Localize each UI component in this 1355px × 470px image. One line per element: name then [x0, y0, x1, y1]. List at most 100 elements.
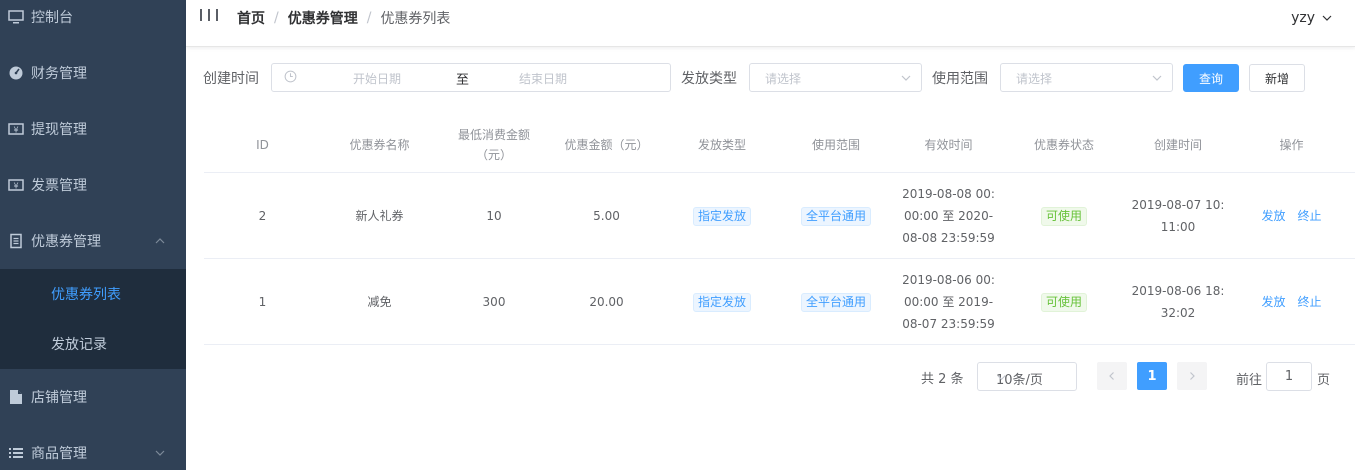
- page-number-button[interactable]: 1: [1137, 362, 1167, 390]
- issue-type-label: 发放类型: [681, 71, 737, 87]
- column-header: 使用范围: [811, 137, 860, 152]
- sidebar-item-shop[interactable]: 店铺管理: [0, 369, 186, 425]
- end-date-input[interactable]: 结束日期: [519, 70, 567, 87]
- breadcrumb-home[interactable]: 首页: [237, 8, 265, 28]
- breadcrumb-separator: /: [274, 10, 279, 26]
- status-badge: 可使用: [1040, 292, 1087, 312]
- chevron-up-icon: [154, 235, 166, 247]
- cell-created-time: 2019-08-07 10:11:00: [1131, 198, 1225, 234]
- cell-name: 减免: [367, 295, 392, 309]
- cell-status: 可使用: [1006, 259, 1122, 345]
- scope-select[interactable]: 请选择: [1000, 63, 1173, 92]
- goto-label: 前往: [1236, 373, 1263, 388]
- app-root: 控制台 财务管理 ¥ 提现管理 ¥ 发票管理 优惠券管理 优惠券列表 发放记录 …: [0, 0, 1355, 470]
- chevron-down-icon: [996, 372, 1068, 383]
- page-size-select[interactable]: 10条/页: [977, 362, 1077, 391]
- chevron-down-icon: [1321, 12, 1333, 24]
- cell-min-spend: 10: [486, 209, 502, 223]
- issue-link[interactable]: 发放: [1261, 291, 1285, 313]
- money-icon: ¥: [8, 121, 24, 137]
- dashboard-icon: [8, 65, 24, 81]
- table-header: ID 优惠券名称 最低消费金额（元） 优惠金额（元） 发放类型 使用范围 有效时…: [204, 116, 1355, 173]
- start-date-input[interactable]: 开始日期: [353, 70, 401, 87]
- column-header: 最低消费金额（元）: [457, 127, 530, 162]
- cell-discount: 5.00: [593, 209, 620, 223]
- chevron-down-icon: [154, 447, 166, 459]
- cell-scope: 全平台通用: [781, 259, 891, 345]
- sidebar-item-label: 发票管理: [31, 178, 87, 194]
- column-header: 操作: [1279, 137, 1304, 152]
- sidebar-item-coupon[interactable]: 优惠券管理: [0, 213, 186, 269]
- terminate-link[interactable]: 终止: [1298, 205, 1322, 227]
- issue-type-tag: 指定发放: [692, 292, 751, 312]
- cell-status: 可使用: [1006, 173, 1122, 259]
- column-header: 优惠券状态: [1033, 137, 1094, 152]
- breadcrumb-coupon-management[interactable]: 优惠券管理: [288, 8, 358, 28]
- scope-tag: 全平台通用: [800, 292, 871, 312]
- sidebar-item-goods[interactable]: 商品管理: [0, 425, 186, 470]
- issue-link[interactable]: 发放: [1261, 205, 1285, 227]
- column-header: 优惠券名称: [349, 137, 410, 152]
- sidebar-item-label: 控制台: [31, 10, 73, 26]
- breadcrumb-separator: /: [366, 10, 372, 26]
- prev-page-button[interactable]: [1097, 362, 1127, 390]
- issue-type-select[interactable]: 请选择: [749, 63, 922, 92]
- pagination-total: 共 2 条: [921, 372, 964, 387]
- sidebar-subitem-label: 优惠券列表: [51, 287, 121, 303]
- cell-issue-type: 指定发放: [663, 259, 781, 345]
- invoice-icon: ¥: [8, 177, 24, 193]
- sidebar-subitem-issue-records[interactable]: 发放记录: [0, 319, 186, 369]
- query-button[interactable]: 查询: [1183, 64, 1239, 92]
- svg-text:¥: ¥: [13, 182, 18, 191]
- cell-created-time: 2019-08-06 18:32:02: [1131, 284, 1225, 320]
- breadcrumb: 首页 / 优惠券管理 / 优惠券列表: [237, 8, 450, 28]
- monitor-icon: [8, 9, 24, 25]
- user-menu[interactable]: yzy: [1291, 10, 1333, 26]
- header: 首页 / 优惠券管理 / 优惠券列表 yzy: [186, 0, 1355, 47]
- cell-discount: 20.00: [589, 295, 624, 309]
- chevron-left-icon: [1107, 371, 1117, 381]
- page-suffix-label: 页: [1317, 373, 1331, 388]
- terminate-link[interactable]: 终止: [1298, 291, 1322, 313]
- cell-id: 1: [258, 295, 267, 309]
- sidebar-item-label: 优惠券管理: [31, 234, 101, 250]
- cell-actions: 发放 终止: [1234, 259, 1349, 345]
- sidebar-item-withdraw[interactable]: ¥ 提现管理: [0, 101, 186, 157]
- sidebar-subitem-coupon-list[interactable]: 优惠券列表: [0, 269, 186, 319]
- table-row: 1 减免 300 20.00 指定发放 全平台通用 2019-08-06 00:…: [204, 259, 1355, 345]
- sidebar-item-finance[interactable]: 财务管理: [0, 45, 186, 101]
- breadcrumb-coupon-list: 优惠券列表: [380, 11, 451, 27]
- issue-type-tag: 指定发放: [692, 206, 751, 226]
- svg-text:¥: ¥: [13, 126, 18, 135]
- next-page-button[interactable]: [1177, 362, 1207, 390]
- created-time-label: 创建时间: [203, 71, 259, 87]
- cell-scope: 全平台通用: [781, 173, 891, 259]
- hamburger-icon[interactable]: [200, 9, 218, 23]
- username: yzy: [1291, 10, 1315, 26]
- cell-valid-time: 2019-08-08 00:00:00 至 2020-08-08 23:59:5…: [902, 187, 995, 245]
- scope-placeholder: 请选择: [1016, 72, 1053, 86]
- add-button[interactable]: 新增: [1249, 64, 1305, 92]
- sidebar-item-label: 商品管理: [31, 446, 87, 462]
- column-header: 创建时间: [1153, 137, 1202, 152]
- sidebar-item-invoice[interactable]: ¥ 发票管理: [0, 157, 186, 213]
- sidebar-item-label: 财务管理: [31, 66, 87, 82]
- list-icon: [8, 445, 24, 461]
- column-header: 发放类型: [697, 137, 746, 152]
- sidebar-item-console[interactable]: 控制台: [0, 0, 186, 45]
- range-separator: 至: [456, 73, 470, 88]
- file-icon: [8, 389, 24, 405]
- sidebar: 控制台 财务管理 ¥ 提现管理 ¥ 发票管理 优惠券管理 优惠券列表 发放记录 …: [0, 0, 186, 470]
- date-range-picker[interactable]: 开始日期 至 结束日期: [271, 63, 671, 92]
- cell-actions: 发放 终止: [1234, 173, 1349, 259]
- chevron-down-icon: [900, 72, 912, 84]
- status-badge: 可使用: [1040, 206, 1087, 226]
- goto-page-input[interactable]: [1266, 362, 1312, 391]
- issue-type-placeholder: 请选择: [765, 72, 802, 86]
- scope-label: 使用范围: [932, 71, 988, 87]
- sidebar-item-label: 店铺管理: [31, 390, 87, 406]
- cell-issue-type: 指定发放: [663, 173, 781, 259]
- column-header: 优惠金额（元）: [564, 137, 649, 152]
- clock-icon: [284, 70, 297, 83]
- chevron-right-icon: [1187, 371, 1197, 381]
